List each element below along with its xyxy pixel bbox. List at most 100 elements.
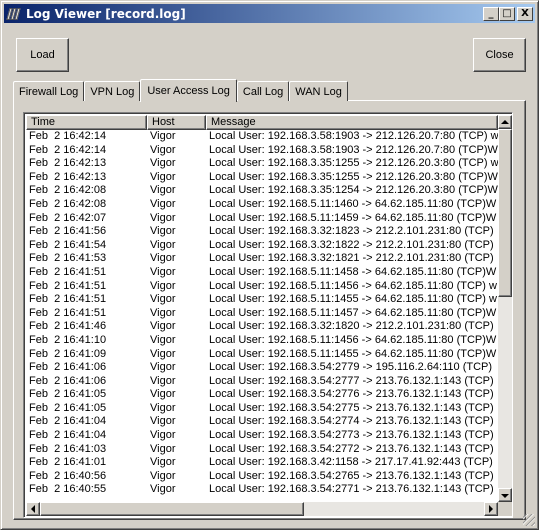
- cell-message: Local User: 192.168.3.54:2775 -> 213.76.…: [209, 401, 494, 414]
- cell-message: Local User: 192.168.3.32:1823 -> 212.2.1…: [209, 225, 494, 238]
- cell-time: Feb 2 16:41:56: [29, 225, 107, 238]
- close-button[interactable]: Close: [473, 38, 526, 72]
- cell-time: Feb 2 16:41:05: [29, 401, 107, 414]
- table-row[interactable]: Feb 2 16:41:06 Vigor Local User: 192.168.3…: [26, 375, 498, 389]
- cell-time: Feb 2 16:41:01: [29, 456, 107, 469]
- tab-vpn-log[interactable]: VPN Log: [84, 81, 141, 101]
- scroll-left-button[interactable]: [26, 502, 40, 516]
- table-row[interactable]: Feb 2 16:42:08 Vigor Local User: 192.168.3…: [26, 184, 498, 198]
- cell-time: Feb 2 16:41:03: [29, 442, 107, 455]
- cell-message: Local User: 192.168.3.54:2773 -> 213.76.…: [209, 429, 494, 442]
- table-row[interactable]: Feb 2 16:41:51 Vigor Local User: 192.168.5…: [26, 266, 498, 280]
- tab-firewall-log[interactable]: Firewall Log: [13, 81, 85, 101]
- cell-message: Local User: 192.168.3.54:2779 -> 195.116…: [209, 361, 493, 374]
- arrow-down-icon: [501, 493, 509, 498]
- horizontal-scroll-thumb[interactable]: [40, 502, 304, 516]
- cell-time: Feb 2 16:41:05: [29, 388, 107, 401]
- table-row[interactable]: Feb 2 16:41:01 Vigor Local User: 192.168.3…: [26, 456, 498, 470]
- table-row[interactable]: Feb 2 16:40:55 Vigor Local User: 192.168.3…: [26, 483, 498, 497]
- tab-wan-log[interactable]: WAN Log: [289, 81, 348, 101]
- horizontal-scrollbar[interactable]: [26, 502, 498, 516]
- cell-host: Vigor: [150, 320, 176, 333]
- cell-message: Local User: 192.168.5.11:1456 -> 64.62.1…: [209, 279, 497, 292]
- minimize-button[interactable]: _: [483, 6, 499, 21]
- cell-time: Feb 2 16:41:09: [29, 347, 107, 360]
- column-header-host[interactable]: Host: [147, 115, 206, 130]
- cell-message: Local User: 192.168.3.35:1254 -> 212.126…: [209, 184, 498, 197]
- table-row[interactable]: Feb 2 16:40:56 Vigor Local User: 192.168.3…: [26, 470, 498, 484]
- log-list[interactable]: Time Host Message Feb 2 16:42:14 Vigor Loc…: [23, 112, 513, 518]
- table-row[interactable]: Feb 2 16:41:46 Vigor Local User: 192.168.3…: [26, 320, 498, 334]
- cell-host: Vigor: [150, 361, 176, 374]
- table-row[interactable]: Feb 2 16:41:56 Vigor Local User: 192.168.3…: [26, 225, 498, 239]
- table-row[interactable]: Feb 2 16:41:05 Vigor Local User: 192.168.3…: [26, 388, 498, 402]
- cell-time: Feb 2 16:41:04: [29, 429, 107, 442]
- cell-host: Vigor: [150, 429, 176, 442]
- table-row[interactable]: Feb 2 16:42:13 Vigor Local User: 192.168.3…: [26, 171, 498, 185]
- scroll-right-button[interactable]: [484, 502, 498, 516]
- cell-message: Local User: 192.168.5.11:1455 -> 64.62.1…: [209, 347, 497, 360]
- cell-message: Local User: 192.168.5.11:1459 -> 64.62.1…: [209, 211, 497, 224]
- scroll-down-button[interactable]: [498, 488, 512, 502]
- column-header-time[interactable]: Time: [26, 115, 147, 130]
- table-row[interactable]: Feb 2 16:42:13 Vigor Local User: 192.168.3…: [26, 157, 498, 171]
- table-row[interactable]: Feb 2 16:41:09 Vigor Local User: 192.168.5…: [26, 348, 498, 362]
- table-row[interactable]: Feb 2 16:41:51 Vigor Local User: 192.168.5…: [26, 293, 498, 307]
- column-header-message[interactable]: Message: [206, 115, 498, 130]
- table-row[interactable]: Feb 2 16:41:06 Vigor Local User: 192.168.3…: [26, 361, 498, 375]
- cell-message: Local User: 192.168.3.54:2777 -> 213.76.…: [209, 374, 494, 387]
- cell-time: Feb 2 16:41:54: [29, 238, 107, 251]
- cell-time: Feb 2 16:42:13: [29, 157, 107, 170]
- load-button[interactable]: Load: [16, 38, 69, 72]
- cell-host: Vigor: [150, 252, 176, 265]
- cell-host: Vigor: [150, 333, 176, 346]
- cell-host: Vigor: [150, 197, 176, 210]
- cell-message: Local User: 192.168.5.11:1460 -> 64.62.1…: [209, 197, 497, 210]
- table-row[interactable]: Feb 2 16:41:51 Vigor Local User: 192.168.5…: [26, 280, 498, 294]
- cell-time: Feb 2 16:42:13: [29, 170, 107, 183]
- cell-host: Vigor: [150, 347, 176, 360]
- cell-time: Feb 2 16:42:08: [29, 184, 107, 197]
- table-row[interactable]: Feb 2 16:41:53 Vigor Local User: 192.168.3…: [26, 252, 498, 266]
- list-header: Time Host Message: [26, 115, 498, 130]
- vertical-scrollbar[interactable]: [498, 115, 512, 502]
- table-row[interactable]: Feb 2 16:41:04 Vigor Local User: 192.168.3…: [26, 415, 498, 429]
- cell-message: Local User: 192.168.3.32:1820 -> 212.2.1…: [209, 320, 494, 333]
- table-row[interactable]: Feb 2 16:42:08 Vigor Local User: 192.168.5…: [26, 198, 498, 212]
- resize-grip-icon[interactable]: [523, 514, 535, 526]
- table-row[interactable]: Feb 2 16:41:51 Vigor Local User: 192.168.5…: [26, 307, 498, 321]
- cell-host: Vigor: [150, 157, 176, 170]
- cell-message: Local User: 192.168.3.54:2771 -> 213.76.…: [209, 483, 494, 496]
- table-row[interactable]: Feb 2 16:41:04 Vigor Local User: 192.168.3…: [26, 429, 498, 443]
- cell-time: Feb 2 16:41:06: [29, 361, 107, 374]
- cell-time: Feb 2 16:41:51: [29, 265, 107, 278]
- list-rows: Feb 2 16:42:14 Vigor Local User: 192.168.3…: [26, 130, 498, 502]
- cell-host: Vigor: [150, 211, 176, 224]
- table-row[interactable]: Feb 2 16:41:05 Vigor Local User: 192.168.3…: [26, 402, 498, 416]
- title-bar[interactable]: Log Viewer [record.log] _ □ X: [4, 4, 535, 23]
- cell-message: Local User: 192.168.3.54:2765 -> 213.76.…: [209, 469, 494, 482]
- cell-host: Vigor: [150, 238, 176, 251]
- cell-message: Local User: 192.168.3.54:2772 -> 213.76.…: [209, 442, 494, 455]
- table-row[interactable]: Feb 2 16:41:03 Vigor Local User: 192.168.3…: [26, 443, 498, 457]
- table-row[interactable]: Feb 2 16:41:10 Vigor Local User: 192.168.5…: [26, 334, 498, 348]
- maximize-button[interactable]: □: [499, 6, 515, 21]
- cell-host: Vigor: [150, 293, 176, 306]
- table-row[interactable]: Feb 2 16:42:07 Vigor Local User: 192.168.5…: [26, 212, 498, 226]
- scroll-up-button[interactable]: [498, 115, 512, 129]
- cell-time: Feb 2 16:42:08: [29, 197, 107, 210]
- table-row[interactable]: Feb 2 16:42:14 Vigor Local User: 192.168.3…: [26, 144, 498, 158]
- table-row[interactable]: Feb 2 16:42:14 Vigor Local User: 192.168.3…: [26, 130, 498, 144]
- vertical-scroll-thumb[interactable]: [498, 129, 512, 297]
- cell-time: Feb 2 16:41:51: [29, 306, 107, 319]
- log-viewer-window: Log Viewer [record.log] _ □ X Load Close…: [0, 0, 539, 530]
- app-logo-icon: [6, 7, 22, 21]
- tab-user-access-log[interactable]: User Access Log: [140, 79, 237, 102]
- table-row[interactable]: Feb 2 16:41:54 Vigor Local User: 192.168.3…: [26, 239, 498, 253]
- tab-call-log[interactable]: Call Log: [236, 81, 290, 101]
- cell-message: Local User: 192.168.3.58:1903 -> 212.126…: [209, 130, 498, 142]
- cell-host: Vigor: [150, 225, 176, 238]
- cell-message: Local User: 192.168.5.11:1455 -> 64.62.1…: [209, 293, 497, 306]
- cell-message: Local User: 192.168.3.54:2776 -> 213.76.…: [209, 388, 494, 401]
- close-window-button[interactable]: X: [517, 6, 533, 21]
